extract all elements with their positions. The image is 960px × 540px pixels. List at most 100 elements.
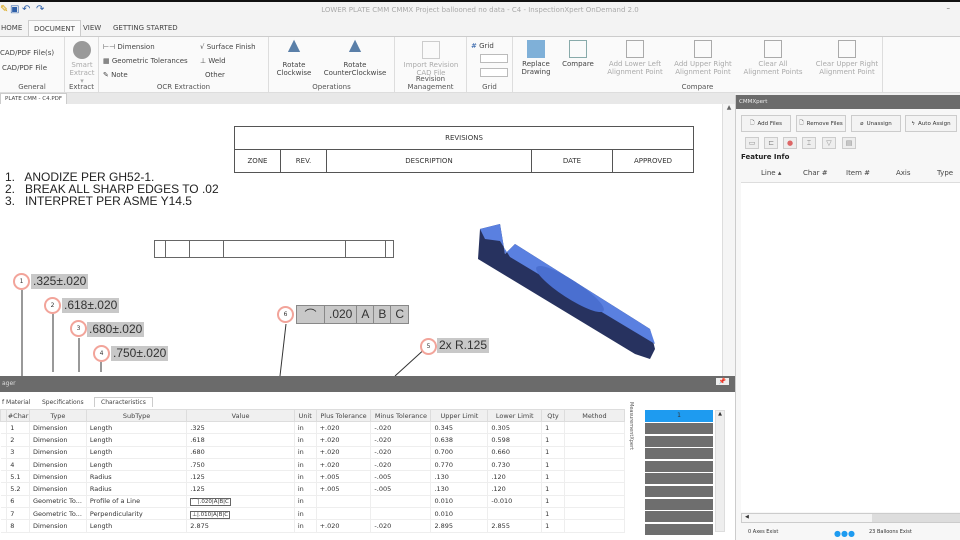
column-header[interactable]: Upper Limit [430, 409, 489, 422]
tab-home[interactable]: HOME [0, 22, 27, 34]
table-row[interactable]: 5.2 Dimension Radius .125 in +.005 -.005.130.1… [0, 482, 626, 496]
alignment-icon [838, 40, 856, 58]
column-header[interactable]: Qty [541, 409, 565, 422]
compare-button[interactable]: Compare [558, 40, 598, 68]
column-header[interactable]: SubType [85, 409, 188, 422]
balloon-6[interactable]: 6 [277, 306, 294, 323]
table-row[interactable]: 7 Geometric To... Perpendicularity ⊥|.010|A… [0, 507, 626, 521]
balloon-2[interactable]: 2 [44, 297, 61, 314]
column-header[interactable]: Type [28, 409, 87, 422]
dimension-button[interactable]: ⊢⊣ Dimension [103, 43, 155, 51]
tab-document[interactable]: DOCUMENT [28, 20, 81, 36]
tab-view[interactable]: VIEW [78, 22, 106, 34]
table-row[interactable]: 4 Dimension Length .750 in +.020 -.020 0.770 0.7… [0, 458, 626, 472]
feature-control-frame[interactable]: ⌒ .020 A B C [296, 305, 410, 324]
pin-icon[interactable]: 📌 [715, 378, 729, 385]
add-upper-right-button[interactable]: Add Upper Right Alignment Point [673, 40, 733, 76]
grid-select-2[interactable] [480, 68, 508, 77]
tab-characteristics[interactable]: Characteristics [94, 397, 153, 407]
col-char[interactable]: Char # [803, 169, 828, 177]
clear-all-alignment-button[interactable]: Clear All Alignment Points [743, 40, 803, 76]
import-cad-file-button[interactable]: CAD/PDF File [2, 64, 47, 72]
tab-getting-started[interactable]: GETTING STARTED [108, 22, 183, 34]
unassign-button[interactable]: ⌀ Unassign [851, 115, 901, 132]
table-row[interactable]: 8 Dimension Length 2.875 in +.020 -.020 2.895 2.… [0, 519, 626, 533]
list-item[interactable] [645, 460, 713, 472]
table-row[interactable]: 3 Dimension Length .680 in +.020 -.020 0.700 0.6… [0, 446, 626, 459]
clear-upper-right-button[interactable]: Clear Upper Right Alignment Point [815, 40, 879, 76]
minimize-button[interactable]: – [947, 4, 951, 12]
list-item[interactable] [645, 523, 713, 535]
column-header[interactable]: #Char [6, 409, 30, 422]
table-row[interactable]: 1 Dimension Length .325 in +.020 -.020 0.345 0.3… [0, 421, 626, 435]
rotate-ccw-button[interactable]: ▲ Rotate CounterClockwise [317, 37, 393, 78]
tool-icon-2[interactable]: ⊏ [764, 137, 778, 149]
grid-toggle[interactable]: # Grid [471, 42, 494, 50]
column-header[interactable]: Method [563, 409, 626, 422]
surface-finish-button[interactable]: √ Surface Finish [200, 43, 256, 51]
tool-icon-6[interactable]: ▤ [842, 137, 856, 149]
list-scrollbar[interactable]: ▲ [715, 410, 725, 532]
tool-icon-3[interactable]: ● [783, 137, 797, 149]
list-item[interactable] [645, 511, 713, 523]
table-cell: Dimension [29, 446, 87, 459]
tool-icon-1[interactable]: ▭ [745, 137, 759, 149]
replace-drawing-button[interactable]: Replace Drawing [518, 40, 554, 76]
list-item[interactable] [645, 473, 713, 485]
dimension-1[interactable]: .325±.020 [31, 274, 89, 289]
list-item[interactable] [645, 435, 713, 447]
rotate-clockwise-button[interactable]: ▲ Rotate Clockwise [275, 37, 313, 78]
tool-icon-5[interactable]: ▽ [822, 137, 836, 149]
drawing-scrollbar[interactable]: ▲ [722, 104, 735, 376]
table-row[interactable]: 6 Geometric To... Profile of a Line ⌒|.020|… [0, 495, 626, 509]
grid-select-1[interactable] [480, 54, 508, 63]
nav-icons[interactable]: ●●● [834, 529, 855, 538]
other-label[interactable]: Other [205, 71, 225, 79]
dimension-4[interactable]: .750±.020 [111, 346, 169, 361]
col-type[interactable]: Type [937, 169, 953, 177]
column-header[interactable]: Lower Limit [487, 409, 543, 422]
tool-icon-4[interactable]: ⌶ [802, 137, 816, 149]
col-axis[interactable]: Axis [896, 169, 911, 177]
col-line[interactable]: Line ▴ [761, 169, 781, 177]
balloon-1[interactable]: 1 [13, 273, 30, 290]
table-cell: 1 [541, 482, 565, 496]
geometric-tolerances-button[interactable]: ▦ Geometric Tolerances [103, 57, 188, 65]
import-revision-button[interactable]: Import Revision CAD File [399, 41, 463, 77]
table-cell: Profile of a Line [86, 495, 188, 509]
list-item[interactable] [645, 448, 713, 460]
measurementxpert-side-tab[interactable]: MeasurementXpert [628, 402, 634, 540]
feature-list-hscroll[interactable]: ◀ [741, 513, 960, 523]
column-header[interactable]: Plus Tolerance [315, 409, 372, 422]
dimension-3[interactable]: .680±.020 [87, 322, 145, 337]
auto-assign-button[interactable]: ϟ Auto Assign [905, 115, 957, 132]
add-lower-left-button[interactable]: Add Lower Left Alignment Point [605, 40, 665, 76]
remove-files-button[interactable]: 🗋 Remove Files [796, 115, 846, 132]
tab-specifications[interactable]: Specifications [36, 398, 90, 407]
dimension-2[interactable]: .618±.020 [62, 298, 120, 313]
list-item[interactable] [645, 423, 713, 434]
add-files-button[interactable]: 🗋 Add Files [741, 115, 791, 132]
col-item[interactable]: Item # [846, 169, 870, 177]
balloon-5[interactable]: 5 [420, 338, 437, 355]
note-button[interactable]: ✎ Note [103, 71, 128, 79]
table-row[interactable]: 2 Dimension Length .618 in +.020 -.020 0.638 0.5… [0, 433, 626, 447]
balloon-3[interactable]: 3 [70, 320, 87, 337]
smart-extract-button[interactable]: Smart Extract ▾ [67, 41, 97, 85]
drawing-canvas[interactable]: REVISIONS ZONE REV. DESCRIPTION DATE APP… [0, 104, 722, 376]
table-cell: +.020 [316, 433, 372, 447]
balloon-4[interactable]: 4 [93, 345, 110, 362]
column-header[interactable]: Minus Tolerance [370, 409, 432, 422]
tab-bill-of-material[interactable]: f Material [0, 398, 36, 407]
column-header[interactable]: Unit [293, 409, 317, 422]
dimension-5[interactable]: 2x R.125 [437, 338, 490, 353]
list-item-selected[interactable]: 1 [645, 410, 713, 422]
list-item[interactable] [645, 486, 713, 497]
table-cell: in [294, 433, 317, 447]
import-cad-files-button[interactable]: CAD/PDF File(s) [0, 49, 54, 57]
weld-button[interactable]: ⊥ Weld [200, 57, 226, 65]
list-item[interactable] [645, 498, 713, 510]
column-header[interactable]: Value [186, 409, 295, 422]
table-cell: 1 [541, 421, 565, 435]
table-row[interactable]: 5.1 Dimension Radius .125 in +.005 -.005.130.1… [0, 470, 626, 484]
